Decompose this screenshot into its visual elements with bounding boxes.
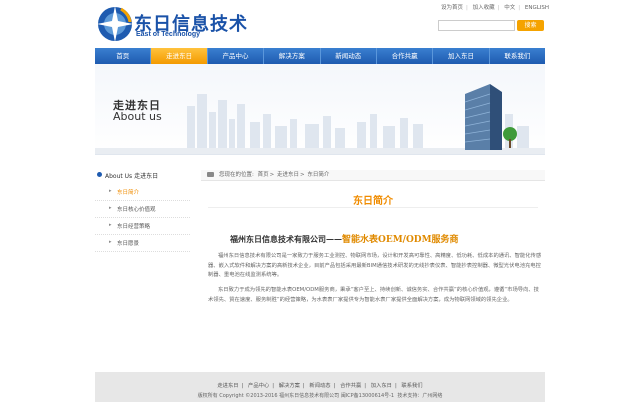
chinese-link[interactable]: 中文 [501,5,518,11]
nav-about[interactable]: 走进东日 [151,48,208,64]
footer-links: 走进东日 | 产品中心 | 解决方案 | 新闻动态 | 合作共赢 | 加入东日 | 联系我们 [95,381,545,389]
copyright-text: 版权所有 Copyright ©2013-2016 福州东日信息技术有限公司 闽… [197,393,395,399]
search-input[interactable] [438,20,515,31]
content-paragraph-1: 福州东日信息技术有限公司是一家致力于服务工业测控、物联网市场，设计和开发高可靠性… [208,253,542,278]
sidebar-item-intro[interactable]: 东日简介 [95,184,190,201]
footer-link-about[interactable]: 走进东日 [214,383,241,389]
banner-title-en: About us [113,110,162,123]
tree-icon [503,127,517,148]
top-links: 设为首页 | 加入收藏 | 中文 | ENGLISH [438,3,552,11]
nav-solutions[interactable]: 解决方案 [264,48,321,64]
page-banner: 走进东日 About us [95,64,545,155]
nav-contact[interactable]: 联系我们 [490,48,545,64]
sidebar-item-strategy[interactable]: 东日经营策略 [95,218,190,235]
headline-company: 福州东日信息技术有限公司—— [230,234,342,244]
footer-link-solutions[interactable]: 解决方案 [276,383,303,389]
sidebar: About Us 走进东日 东日简介 东日核心价值观 东日经营策略 东日愿景 [95,168,190,252]
sidebar-title: About Us 走进东日 [95,168,190,184]
main-nav: 首页 走进东日 产品中心 解决方案 新闻动态 合作共赢 加入东日 联系我们 [95,48,545,64]
set-homepage-link[interactable]: 设为首页 [438,5,466,11]
breadcrumb-home[interactable]: 首页 [257,172,270,178]
content-headline: 福州东日信息技术有限公司——智能水表OEM/ODM服务商 [230,232,459,245]
breadcrumb-label: 您现在的位置: [219,172,254,178]
breadcrumb-about[interactable]: 走进东日 [276,172,300,178]
footer-link-news[interactable]: 新闻动态 [306,383,333,389]
logo-subtitle: East of Technology [136,31,201,38]
nav-news[interactable]: 新闻动态 [321,48,377,64]
add-favorite-link[interactable]: 加入收藏 [470,5,498,11]
footer-link-join[interactable]: 加入东日 [368,383,395,389]
footer-copyright: 版权所有 Copyright ©2013-2016 福州东日信息技术有限公司 闽… [95,392,545,399]
support-text: 技术支持：广州网络 [397,393,443,399]
sidebar-item-values[interactable]: 东日核心价值观 [95,201,190,218]
content-paragraph-2: 东日致力于成为领先的智能水表OEM/ODM服务商，秉承“客户至上、持续创新、诚信… [208,287,539,303]
nav-products[interactable]: 产品中心 [208,48,265,64]
footer-link-products[interactable]: 产品中心 [245,383,272,389]
footer-link-contact[interactable]: 联系我们 [398,383,425,389]
nav-home[interactable]: 首页 [95,48,152,64]
footer-link-cooperation[interactable]: 合作共赢 [337,383,364,389]
footer: 走进东日 | 产品中心 | 解决方案 | 新闻动态 | 合作共赢 | 加入东日 | 联系我们… [95,372,545,402]
breadcrumb-current: 东日简介 [307,172,330,178]
english-link[interactable]: ENGLISH [522,5,552,11]
section-divider [208,207,538,208]
search-button[interactable]: 搜索 [517,20,544,31]
breadcrumb: 您现在的位置: 首页> 走进东日> 东日简介 [201,170,545,181]
sidebar-item-vision[interactable]: 东日愿景 [95,235,190,252]
nav-cooperation[interactable]: 合作共赢 [377,48,434,64]
nav-join[interactable]: 加入东日 [433,48,490,64]
section-title: 东日简介 [353,196,393,207]
headline-service: 智能水表OEM/ODM服务商 [342,235,459,245]
location-icon [207,172,214,177]
company-logo-icon[interactable] [95,4,135,44]
